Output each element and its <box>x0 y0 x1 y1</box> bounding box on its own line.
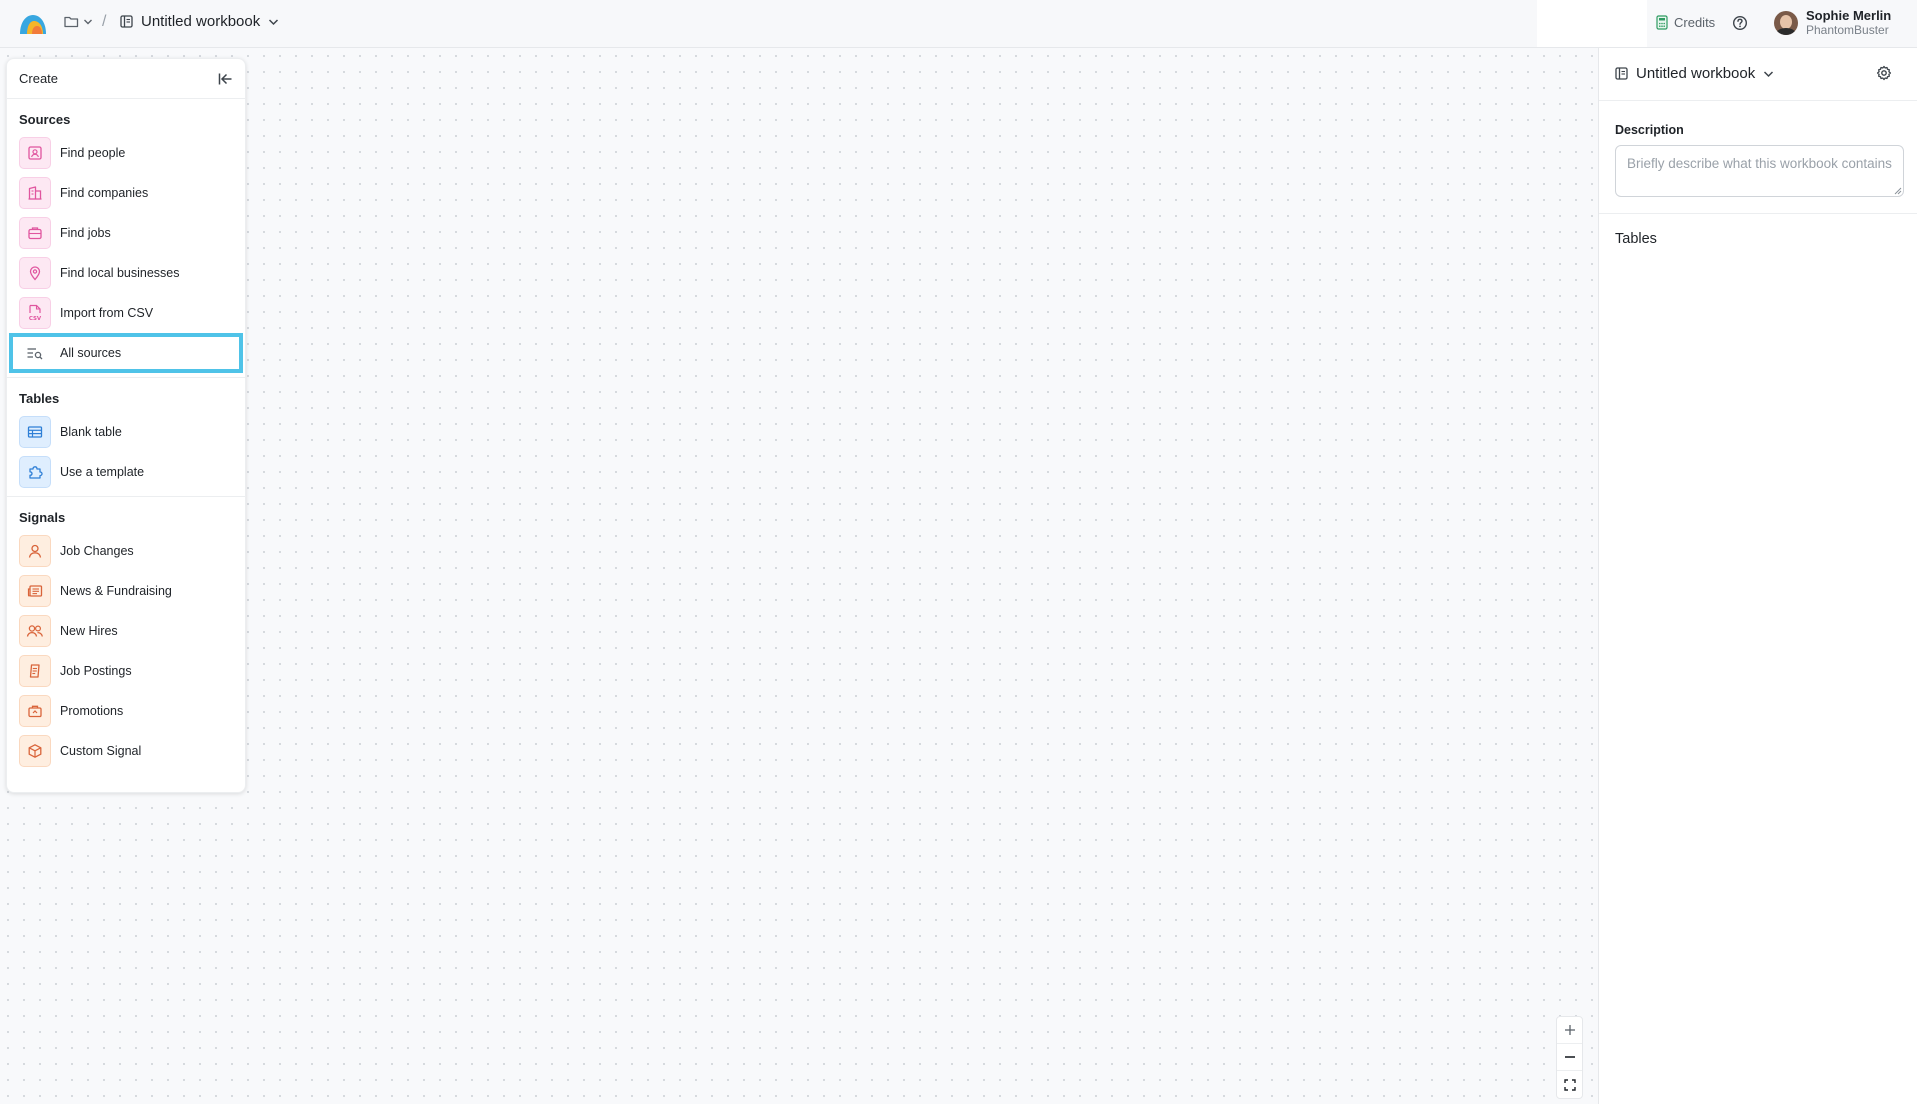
item-label: News & Fundraising <box>60 584 172 598</box>
calculator-icon <box>1656 15 1668 30</box>
person-card-icon <box>19 137 51 169</box>
workbook-title: Untitled workbook <box>141 13 261 30</box>
person-icon <box>19 535 51 567</box>
item-label: All sources <box>60 346 122 360</box>
panel-workbook-title: Untitled workbook <box>1636 65 1756 82</box>
item-label: Find companies <box>60 186 149 200</box>
topbar-blank-area <box>1537 0 1647 47</box>
blank-table-item[interactable]: Blank table <box>7 412 245 452</box>
description-field[interactable] <box>1615 145 1904 197</box>
zoom-controls <box>1556 1016 1583 1099</box>
custom-signal-item[interactable]: Custom Signal <box>7 731 245 771</box>
divider <box>1599 100 1917 101</box>
workbook-settings-button[interactable] <box>1876 65 1892 86</box>
create-panel-title: Create <box>19 71 59 86</box>
gear-icon <box>1876 65 1892 81</box>
cube-icon <box>19 735 51 767</box>
zoom-out-button[interactable] <box>1557 1044 1582 1071</box>
news-fundraising-item[interactable]: News & Fundraising <box>7 571 245 611</box>
workbook-title-dropdown[interactable]: Untitled workbook <box>120 13 279 30</box>
folder-dropdown-button[interactable] <box>64 15 93 28</box>
find-companies-item[interactable]: Find companies <box>7 173 245 213</box>
fullscreen-icon <box>1563 1078 1576 1091</box>
panel-workbook-title-dropdown[interactable]: Untitled workbook <box>1615 65 1774 82</box>
create-panel-header: Create <box>7 59 245 99</box>
chevron-down-icon <box>84 19 92 24</box>
fit-view-button[interactable] <box>1557 1071 1582 1098</box>
find-people-item[interactable]: Find people <box>7 133 245 173</box>
csv-file-icon: CSV <box>19 297 51 329</box>
chevron-down-icon <box>1764 70 1774 77</box>
resize-handle-icon[interactable] <box>1893 186 1902 195</box>
folder-icon <box>64 16 79 28</box>
signals-section: Signals Job Changes News & Fundraising N… <box>7 497 245 775</box>
find-local-businesses-item[interactable]: Find local businesses <box>7 253 245 293</box>
item-label: Blank table <box>60 425 122 439</box>
map-pin-icon <box>19 257 51 289</box>
minus-icon <box>1564 1056 1575 1058</box>
create-panel: Create Sources Find people Find companie… <box>6 58 246 793</box>
all-sources-item[interactable]: All sources <box>9 333 243 373</box>
zoom-in-button[interactable] <box>1557 1017 1582 1044</box>
user-menu[interactable]: Sophie Merlin PhantomBuster <box>1774 8 1891 38</box>
new-hires-item[interactable]: New Hires <box>7 611 245 651</box>
sources-section: Sources Find people Find companies Find … <box>7 99 245 378</box>
chevron-down-icon <box>269 18 279 25</box>
item-label: Find local businesses <box>60 266 180 280</box>
find-jobs-item[interactable]: Find jobs <box>7 213 245 253</box>
tables-heading: Tables <box>1615 231 1657 247</box>
briefcase-icon <box>19 217 51 249</box>
item-label: Promotions <box>60 704 124 718</box>
description-label: Description <box>1615 123 1684 137</box>
item-label: Job Changes <box>60 544 134 558</box>
item-label: Find jobs <box>60 226 111 240</box>
item-label: Find people <box>60 146 126 160</box>
building-icon <box>19 177 51 209</box>
workbook-details-panel: Untitled workbook Description Tables <box>1598 48 1917 1104</box>
item-label: Use a template <box>60 465 145 479</box>
tables-section: Tables Blank table Use a template <box>7 378 245 497</box>
people-icon <box>19 615 51 647</box>
avatar <box>1774 11 1798 35</box>
job-changes-item[interactable]: Job Changes <box>7 531 245 571</box>
user-info: Sophie Merlin PhantomBuster <box>1806 8 1891 38</box>
use-a-template-item[interactable]: Use a template <box>7 452 245 492</box>
help-button[interactable] <box>1732 15 1748 36</box>
top-bar: / Untitled workbook Credits Sophie Merli… <box>0 0 1917 48</box>
divider <box>1599 213 1917 214</box>
workbook-icon <box>1615 67 1628 80</box>
newspaper-icon <box>19 575 51 607</box>
item-label: Job Postings <box>60 664 132 678</box>
section-title: Tables <box>19 391 60 406</box>
item-label: New Hires <box>60 624 118 638</box>
item-label: Import from CSV <box>60 306 154 320</box>
table-icon <box>19 416 51 448</box>
list-search-icon <box>19 337 51 369</box>
svg-text:CSV: CSV <box>29 316 42 322</box>
user-organization: PhantomBuster <box>1806 23 1889 37</box>
credits-label: Credits <box>1674 15 1716 30</box>
section-title: Signals <box>19 510 66 525</box>
plus-icon <box>1564 1025 1575 1035</box>
credits-button[interactable]: Credits <box>1656 15 1715 30</box>
import-from-csv-item[interactable]: CSV Import from CSV <box>7 293 245 333</box>
job-postings-item[interactable]: Job Postings <box>7 651 245 691</box>
collapse-left-icon <box>218 73 232 84</box>
item-label: Custom Signal <box>60 744 142 758</box>
phantombuster-logo-icon[interactable] <box>18 12 48 36</box>
help-circle-icon <box>1732 15 1748 31</box>
user-name: Sophie Merlin <box>1806 8 1892 23</box>
puzzle-icon <box>19 456 51 488</box>
breadcrumb-separator: / <box>102 13 107 30</box>
section-title: Sources <box>19 112 71 127</box>
workbook-icon <box>120 15 133 28</box>
promotions-item[interactable]: Promotions <box>7 691 245 731</box>
collapse-panel-button[interactable] <box>218 72 233 86</box>
briefcase-up-icon <box>19 695 51 727</box>
clipboard-icon <box>19 655 51 687</box>
